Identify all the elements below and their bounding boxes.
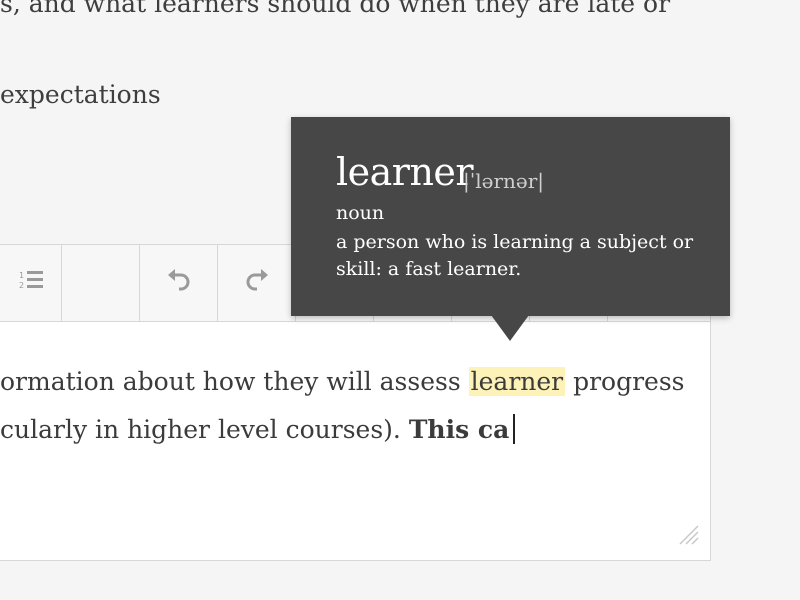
undo-icon <box>166 269 192 297</box>
toolbar-blank-button[interactable] <box>62 245 140 321</box>
svg-text:1: 1 <box>19 271 24 280</box>
background-text-line-1: s, and what learners should do when they… <box>0 0 671 18</box>
highlighted-word[interactable]: learner <box>468 367 566 396</box>
bold-text: This ca <box>408 415 510 444</box>
dictionary-pronunciation: |ˈlərnər| <box>463 169 545 193</box>
redo-button[interactable] <box>218 245 296 321</box>
editor-text: progress <box>565 367 685 396</box>
tooltip-arrow <box>491 315 529 341</box>
numbered-list-icon: 1 2 <box>18 268 44 298</box>
background-text-line-2: expectations <box>0 80 161 109</box>
resize-grip-icon[interactable] <box>678 524 700 550</box>
numbered-list-button[interactable]: 1 2 <box>0 245 62 321</box>
dictionary-word: learner <box>336 150 474 194</box>
undo-button[interactable] <box>140 245 218 321</box>
editor-text: cularly in higher level courses). <box>0 415 409 444</box>
text-caret <box>513 414 516 444</box>
dictionary-tooltip: learner |ˈlərnər| noun a person who is l… <box>291 117 730 316</box>
editor-text: ormation about how they will assess <box>0 367 469 396</box>
redo-icon <box>244 269 270 297</box>
dictionary-definition: a person who is learning a subject or sk… <box>336 231 694 280</box>
editor-text-line-1: ormation about how they will assess lear… <box>0 367 685 396</box>
page: s, and what learners should do when they… <box>0 0 800 600</box>
dictionary-part-of-speech: noun <box>336 202 385 224</box>
editor-text-line-2: cularly in higher level courses). This c… <box>0 414 516 444</box>
svg-text:2: 2 <box>19 281 24 290</box>
